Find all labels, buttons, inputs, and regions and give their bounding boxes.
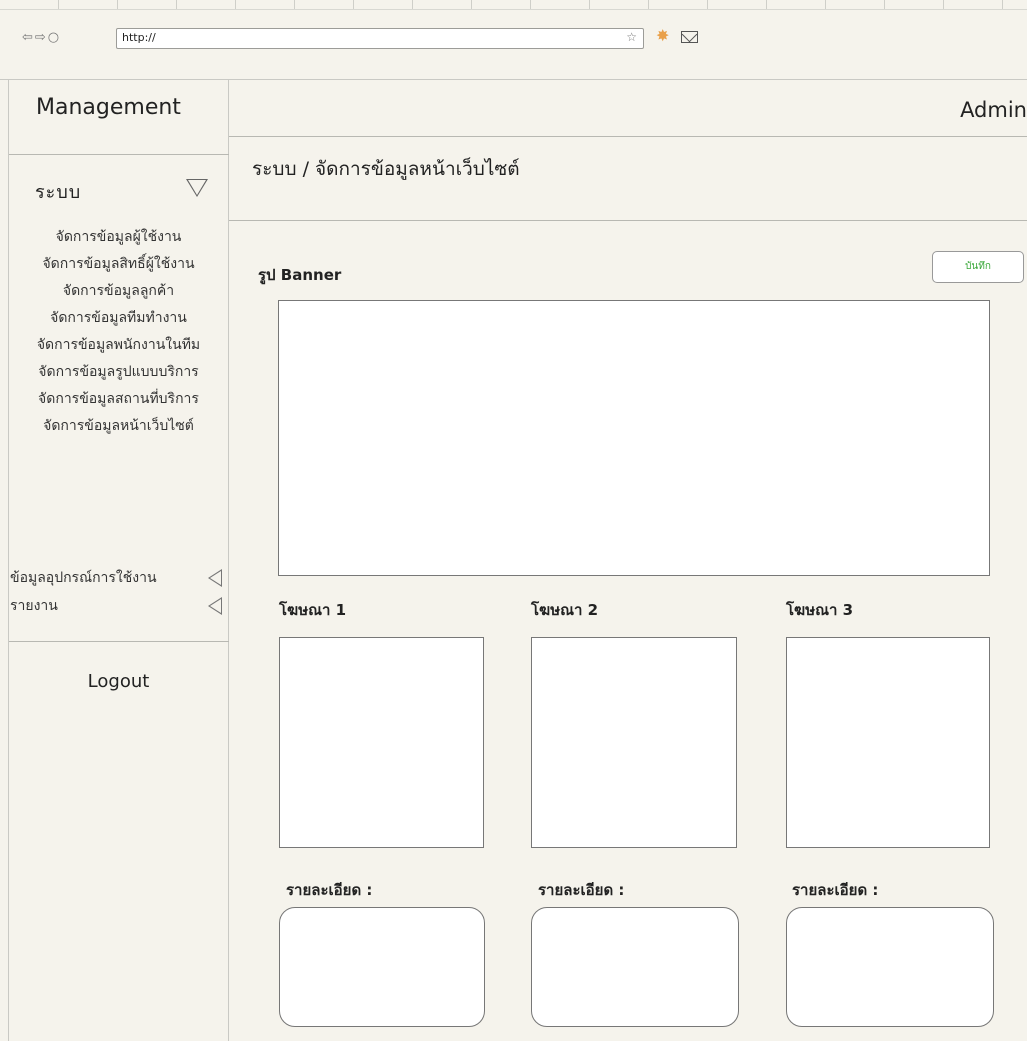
sidebar-item-label: ข้อมูลอุปกรณ์การใช้งาน bbox=[10, 570, 157, 586]
divider bbox=[9, 154, 229, 155]
url-bar[interactable]: http:// ☆ bbox=[116, 28, 644, 49]
sidebar-item-teams[interactable]: จัดการข้อมูลทีมทำงาน bbox=[8, 305, 229, 332]
ad-2-label: โฆษณา 2 bbox=[531, 601, 599, 619]
url-text: http:// bbox=[122, 31, 156, 44]
ad-1-label: โฆษณา 1 bbox=[279, 601, 347, 619]
ad-1-detail-label: รายละเอียด : bbox=[286, 881, 373, 899]
section-title[interactable]: ระบบ bbox=[35, 177, 81, 206]
browser-nav-icons[interactable]: ⇦⇨○ bbox=[22, 30, 61, 45]
sidebar-item-label: รายงาน bbox=[10, 598, 58, 614]
sidebar-item-users[interactable]: จัดการข้อมูลผู้ใช้งาน bbox=[8, 224, 229, 251]
ad-2-image-upload[interactable] bbox=[531, 637, 737, 848]
banner-label: รูป Banner bbox=[258, 266, 342, 284]
chevron-left-icon[interactable] bbox=[208, 597, 222, 615]
star-icon[interactable]: ☆ bbox=[626, 30, 637, 44]
app-title: Management bbox=[36, 95, 181, 120]
divider bbox=[9, 641, 229, 642]
sidebar-item-customers[interactable]: จัดการข้อมูลลูกค้า bbox=[8, 278, 229, 305]
ruler bbox=[0, 0, 1027, 10]
sidebar-item-service-locations[interactable]: จัดการข้อมูลสถานที่บริการ bbox=[8, 386, 229, 413]
ad-2-detail-label: รายละเอียด : bbox=[538, 881, 625, 899]
logout-button[interactable]: Logout bbox=[8, 671, 229, 692]
user-label[interactable]: Admin bbox=[960, 98, 1027, 122]
ad-3-detail-textarea[interactable] bbox=[786, 907, 994, 1027]
ad-3-label: โฆษณา 3 bbox=[786, 601, 854, 619]
ad-3-detail-label: รายละเอียด : bbox=[792, 881, 879, 899]
chevron-left-icon[interactable] bbox=[208, 569, 222, 587]
ad-1-image-upload[interactable] bbox=[279, 637, 484, 848]
sidebar-item-devices[interactable]: ข้อมูลอุปกรณ์การใช้งาน bbox=[10, 567, 222, 589]
extension-icon[interactable]: ✸ bbox=[656, 26, 669, 45]
divider bbox=[229, 220, 1027, 221]
mail-icon[interactable] bbox=[681, 31, 698, 43]
sidebar-item-website[interactable]: จัดการข้อมูลหน้าเว็บไซต์ bbox=[8, 413, 229, 440]
save-button[interactable]: บันทึก bbox=[932, 251, 1024, 283]
sidebar-item-team-staff[interactable]: จัดการข้อมูลพนักงานในทีม bbox=[8, 332, 229, 359]
chevron-down-icon[interactable] bbox=[186, 179, 208, 197]
sidebar-menu: จัดการข้อมูลผู้ใช้งาน จัดการข้อมูลสิทธิ์… bbox=[8, 224, 229, 440]
sidebar-item-reports[interactable]: รายงาน bbox=[10, 595, 222, 617]
sidebar-item-user-rights[interactable]: จัดการข้อมูลสิทธิ์ผู้ใช้งาน bbox=[8, 251, 229, 278]
ad-1-detail-textarea[interactable] bbox=[279, 907, 485, 1027]
ad-3-image-upload[interactable] bbox=[786, 637, 990, 848]
divider bbox=[229, 136, 1027, 137]
sidebar-item-service-types[interactable]: จัดการข้อมูลรูปแบบบริการ bbox=[8, 359, 229, 386]
breadcrumb: ระบบ / จัดการข้อมูลหน้าเว็บไซต์ bbox=[252, 158, 520, 180]
ad-2-detail-textarea[interactable] bbox=[531, 907, 739, 1027]
banner-image-upload[interactable] bbox=[278, 300, 990, 576]
